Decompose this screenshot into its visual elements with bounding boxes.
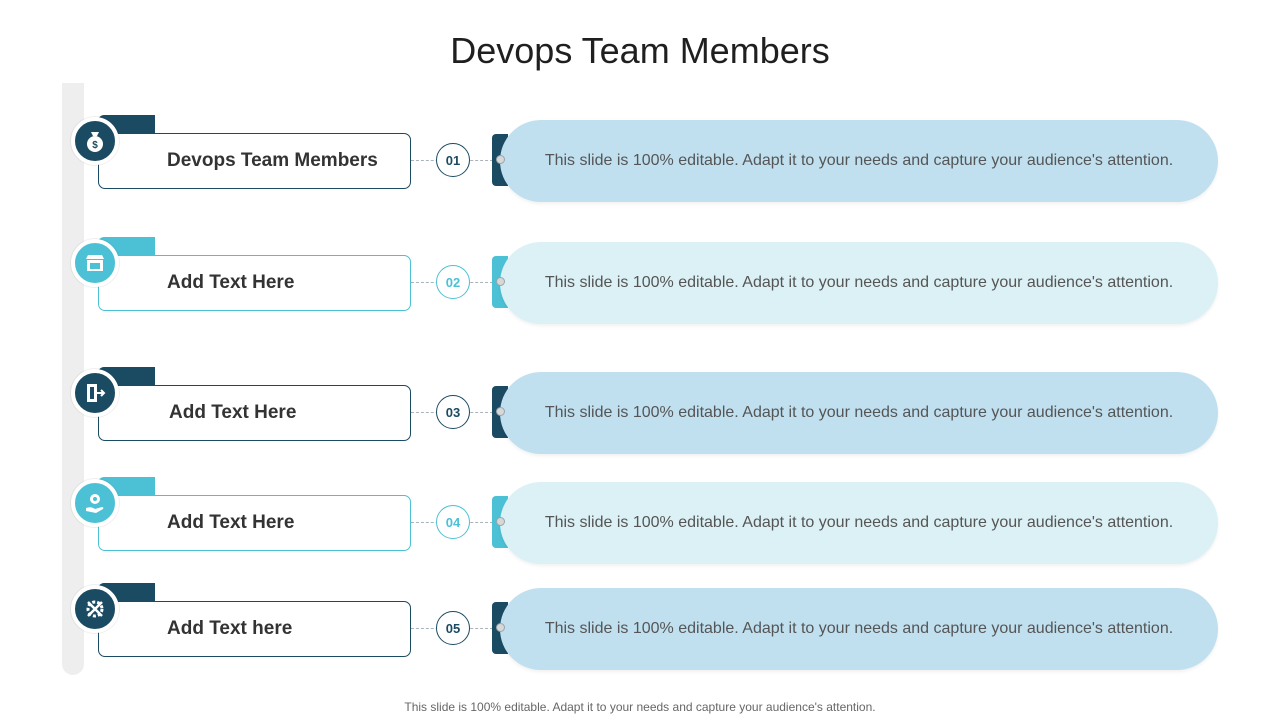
connector-dot [496,155,505,164]
item-number: 05 [436,611,470,645]
money-bag-icon: $ [87,132,103,152]
item-number: 04 [436,505,470,539]
item-icon-circle [71,369,119,417]
item-description: This slide is 100% editable. Adapt it to… [500,242,1218,324]
list-item: Add Text Here 02 This slide is 100% edit… [0,237,1280,327]
exit-door-icon [87,384,106,402]
page-title: Devops Team Members [450,30,830,71]
list-item: Add Text Here 04 This slide is 100% edit… [0,477,1280,567]
storefront-icon [86,255,104,271]
hand-gear-icon [86,494,104,513]
item-icon-circle [71,585,119,633]
item-description: This slide is 100% editable. Adapt it to… [500,120,1218,202]
item-label: Add Text here [167,618,293,639]
item-description: This slide is 100% editable. Adapt it to… [500,482,1218,564]
connector-dot [496,623,505,632]
list-item: Add Text Here 03 This slide is 100% edit… [0,367,1280,457]
connector-dot [496,277,505,286]
item-label: Add Text Here [169,402,297,423]
item-label: Add Text Here [167,512,295,533]
item-description: This slide is 100% editable. Adapt it to… [500,372,1218,454]
list-item: $ Devops Team Members 01 This slide is 1… [0,115,1280,205]
item-label: Devops Team Members [167,150,378,171]
tools-gear-icon [86,600,104,618]
item-number: 02 [436,265,470,299]
item-icon-circle [71,239,119,287]
item-label: Add Text Here [167,272,295,293]
item-number: 01 [436,143,470,177]
connector-dot [496,407,505,416]
list-item: Add Text here 05 This slide is 100% edit… [0,583,1280,673]
item-icon-circle: $ [71,117,119,165]
item-number: 03 [436,395,470,429]
item-icon-circle [71,479,119,527]
footer-note: This slide is 100% editable. Adapt it to… [404,700,876,714]
connector-dot [496,517,505,526]
svg-text:$: $ [92,140,98,151]
item-description: This slide is 100% editable. Adapt it to… [500,588,1218,670]
